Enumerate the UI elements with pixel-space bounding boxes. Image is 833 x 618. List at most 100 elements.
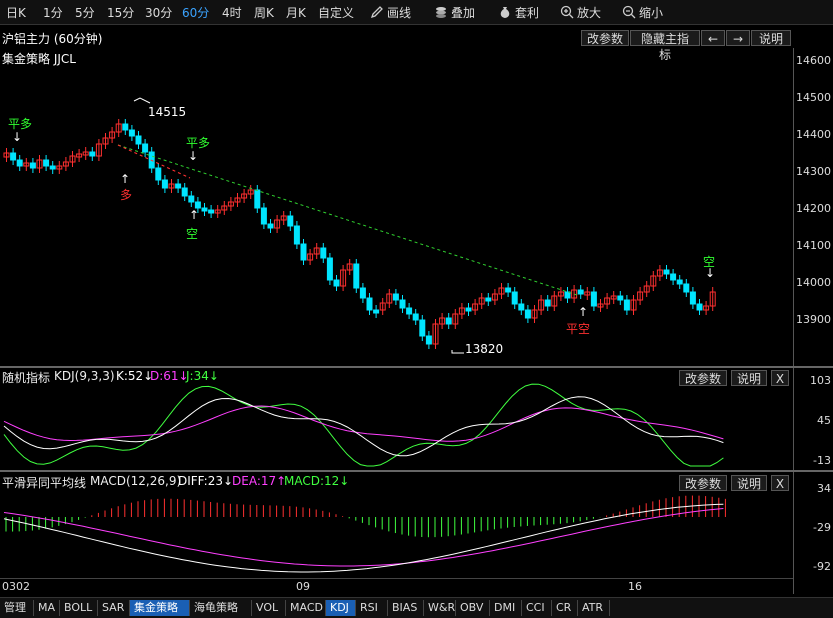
zoom-in-icon (560, 5, 574, 19)
zoom-out-button[interactable]: 缩小 (622, 4, 663, 21)
macd-tick: 34 (817, 482, 831, 495)
tab-sar[interactable]: SAR (98, 600, 130, 616)
candle-body (505, 287, 512, 293)
candle-body (267, 223, 274, 229)
candle-body (175, 183, 182, 189)
kdj-header: 随机指标 KDJ(9,3,3) K:52↓ D:61↓ J:34↓ 改参数 说明… (0, 369, 793, 387)
overlay-button[interactable]: 叠加 (434, 4, 475, 21)
candle-body (260, 207, 267, 225)
date-axis: 0302 09 16 (0, 578, 793, 595)
main-chart-header: 沪铝主力 (60分钟) 改参数 隐藏主指标 ← → 说明 (0, 29, 793, 62)
kdj-close-button[interactable]: X (771, 370, 789, 386)
kdj-tick: -13 (813, 454, 831, 467)
tab-bias[interactable]: BIAS (388, 600, 424, 616)
candle-body (617, 295, 624, 301)
candle-body (208, 209, 215, 214)
period-week[interactable]: 周K (254, 4, 274, 21)
tab-dmi[interactable]: DMI (490, 600, 522, 616)
help-button[interactable]: 说明 (751, 30, 791, 46)
tab-turtle[interactable]: 海龟策略 (190, 600, 252, 616)
candle-body (406, 307, 413, 315)
scroll-right-button[interactable]: → (726, 30, 750, 46)
tab-vol[interactable]: VOL (252, 600, 286, 616)
candle-body (128, 129, 135, 137)
kdj-d-line (3, 405, 724, 442)
candle-body (293, 225, 300, 245)
candle-body (518, 303, 525, 311)
tab-atr[interactable]: ATR (578, 600, 610, 616)
macd-help-button[interactable]: 说明 (731, 475, 767, 491)
candle-body (663, 269, 670, 275)
edit-params-button[interactable]: 改参数 (581, 30, 629, 46)
kdj-edit-params-button[interactable]: 改参数 (679, 370, 727, 386)
candle-body (161, 179, 168, 189)
period-4h[interactable]: 4时 (222, 4, 242, 21)
candle-body (524, 309, 531, 319)
arrow-up-icon: ↑ (189, 208, 200, 222)
candle-body (326, 257, 333, 281)
candle-body (399, 299, 406, 309)
draw-line-label: 画线 (387, 6, 412, 20)
candle-body (412, 313, 419, 321)
candle-body (43, 159, 50, 167)
chart-canvas[interactable] (0, 48, 793, 594)
macd-bar-value: MACD:12↓ (284, 474, 350, 488)
candle-body (135, 135, 142, 145)
period-1min[interactable]: 1分 (43, 4, 63, 21)
candle-body (465, 307, 472, 312)
period-day[interactable]: 日K (6, 4, 26, 21)
draw-line-button[interactable]: 画线 (370, 4, 411, 21)
candle-body (425, 335, 432, 345)
period-30min[interactable]: 30分 (145, 4, 172, 21)
tab-wr[interactable]: W&R (424, 600, 456, 616)
macd-dea-value: DEA:17↑ (232, 474, 287, 488)
tab-obv[interactable]: OBV (456, 600, 490, 616)
signal-short: 空 (186, 227, 199, 241)
tab-macd[interactable]: MACD (286, 600, 326, 616)
tab-ma[interactable]: MA (34, 600, 60, 616)
macd-header: 平滑异同平均线 MACD(12,26,9) DIFF:23↓ DEA:17↑ M… (0, 474, 793, 492)
period-custom[interactable]: 自定义 (318, 4, 354, 21)
price-tick: 14300 (796, 165, 831, 178)
arbitrage-label: 套利 (515, 6, 540, 20)
candle-body (300, 243, 307, 261)
tab-cr[interactable]: CR (552, 600, 578, 616)
tab-jjcl[interactable]: 集金策略 (130, 600, 190, 616)
pencil-icon (370, 6, 383, 19)
price-axis: 14600 14500 14400 14300 14200 14100 1400… (793, 48, 833, 594)
kdj-tick: 45 (817, 414, 831, 427)
macd-close-button[interactable]: X (771, 475, 789, 491)
candle-body (445, 317, 452, 325)
period-month[interactable]: 月K (286, 4, 306, 21)
high-marker (133, 97, 151, 104)
candle-body (29, 162, 36, 169)
candle-body (696, 303, 703, 311)
arbitrage-button[interactable]: 套利 (498, 4, 539, 21)
price-tick: 14400 (796, 128, 831, 141)
period-5min[interactable]: 5分 (75, 4, 95, 21)
period-toolbar: 日K 1分 5分 15分 30分 60分 4时 周K 月K 自定义 画线 叠加 … (0, 0, 833, 25)
tab-kdj[interactable]: KDJ (326, 600, 356, 616)
tab-manage[interactable]: 管理 (0, 600, 34, 616)
candle-body (373, 309, 380, 314)
candle-body (89, 151, 96, 157)
period-60min[interactable]: 60分 (182, 4, 209, 21)
candle-body (16, 159, 23, 167)
price-tick: 13900 (796, 313, 831, 326)
period-15min[interactable]: 15分 (107, 4, 134, 21)
arrow-up-icon: ↑ (578, 305, 589, 319)
zoom-in-button[interactable]: 放大 (560, 4, 601, 21)
candle-body (320, 247, 327, 259)
kdj-j-line (3, 383, 724, 467)
tab-boll[interactable]: BOLL (60, 600, 98, 616)
macd-edit-params-button[interactable]: 改参数 (679, 475, 727, 491)
scroll-left-button[interactable]: ← (701, 30, 725, 46)
hide-main-indicator-button[interactable]: 隐藏主指标 (630, 30, 700, 62)
tab-rsi[interactable]: RSI (356, 600, 388, 616)
macd-tick: -29 (813, 521, 831, 534)
kdj-title: 随机指标 (2, 371, 51, 385)
kdj-help-button[interactable]: 说明 (731, 370, 767, 386)
tab-cci[interactable]: CCI (522, 600, 552, 616)
indicator-tab-bar: 管理 MA BOLL SAR 集金策略 海龟策略 VOL MACD KDJ RS… (0, 597, 833, 618)
candle-body (49, 165, 56, 170)
